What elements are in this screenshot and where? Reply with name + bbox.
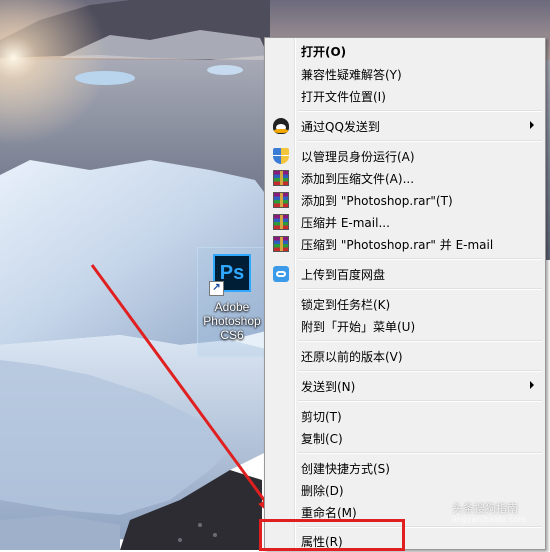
menu-item-label: 创建快捷方式(S)	[301, 462, 390, 476]
menu-item-run-as-admin[interactable]: 以管理员身份运行(A)	[267, 145, 543, 167]
menu-item-label: 删除(D)	[301, 484, 344, 498]
menu-item-send-to[interactable]: 发送到(N)	[267, 375, 543, 397]
desktop-icon-label: Adobe Photoshop CS6	[203, 300, 260, 342]
menu-separator	[298, 288, 542, 290]
menu-separator	[298, 452, 542, 454]
menu-separator	[298, 400, 542, 402]
menu-item-label: 还原以前的版本(V)	[301, 350, 403, 364]
menu-item-label: 复制(C)	[301, 432, 343, 446]
winrar-icon	[273, 214, 289, 230]
menu-item-pin-to-taskbar[interactable]: 锁定到任务栏(K)	[267, 293, 543, 315]
qq-icon	[273, 118, 289, 134]
context-menu: 打开(O) 兼容性疑难解答(Y) 打开文件位置(I) 通过QQ发送到 以管理员身…	[264, 37, 546, 550]
menu-separator	[298, 110, 542, 112]
menu-item-compress-and-email[interactable]: 压缩并 E-mail...	[267, 211, 543, 233]
menu-item-add-to-photoshop-rar[interactable]: 添加到 "Photoshop.rar"(T)	[267, 189, 543, 211]
menu-item-open[interactable]: 打开(O)	[267, 40, 543, 62]
menu-item-label: 通过QQ发送到	[301, 120, 380, 134]
icon-label-line-3: CS6	[220, 328, 244, 342]
menu-item-send-via-qq[interactable]: 通过QQ发送到	[267, 115, 543, 137]
menu-item-label: 上传到百度网盘	[301, 268, 386, 282]
winrar-icon	[273, 192, 289, 208]
winrar-icon	[273, 236, 289, 252]
icon-label-line-2: Photoshop	[203, 314, 261, 328]
photoshop-desktop-shortcut[interactable]: Ps ↗ Adobe Photoshop CS6	[197, 247, 267, 357]
menu-item-compress-to-rar-and-email[interactable]: 压缩到 "Photoshop.rar" 并 E-mail	[267, 233, 543, 255]
menu-item-label: 兼容性疑难解答(Y)	[301, 68, 402, 82]
menu-item-label: 添加到 "Photoshop.rar"(T)	[301, 194, 453, 208]
menu-separator	[298, 340, 542, 342]
watermark-subtext: jingyan.baidu.com	[452, 515, 526, 524]
uac-shield-icon	[273, 148, 289, 164]
icon-label-line-1: Adobe	[214, 300, 250, 314]
menu-item-label: 添加到压缩文件(A)...	[301, 172, 415, 186]
submenu-arrow-icon	[530, 121, 534, 129]
menu-item-label: 以管理员身份运行(A)	[301, 150, 415, 164]
menu-item-restore-previous-versions[interactable]: 还原以前的版本(V)	[267, 345, 543, 367]
menu-separator	[298, 258, 542, 260]
menu-item-label: 附到「开始」菜单(U)	[301, 320, 416, 334]
menu-item-label: 打开(O)	[301, 45, 347, 59]
menu-item-label: 打开文件位置(I)	[301, 90, 386, 104]
submenu-arrow-icon	[530, 381, 534, 389]
menu-item-add-to-archive[interactable]: 添加到压缩文件(A)...	[267, 167, 543, 189]
shortcut-arrow-icon: ↗	[209, 281, 224, 296]
watermark-text: 头条搜狗指南	[452, 502, 518, 515]
menu-item-copy[interactable]: 复制(C)	[267, 427, 543, 449]
menu-separator	[298, 140, 542, 142]
menu-item-compatibility-troubleshoot[interactable]: 兼容性疑难解答(Y)	[267, 63, 543, 85]
baidu-cloud-icon	[273, 266, 289, 282]
menu-separator	[298, 370, 542, 372]
menu-item-create-shortcut[interactable]: 创建快捷方式(S)	[267, 457, 543, 479]
menu-item-label: 压缩并 E-mail...	[301, 216, 390, 230]
menu-item-upload-baidu-pan[interactable]: 上传到百度网盘	[267, 263, 543, 285]
menu-item-label: 发送到(N)	[301, 380, 356, 394]
menu-item-label: 压缩到 "Photoshop.rar" 并 E-mail	[301, 238, 494, 252]
menu-item-label: 剪切(T)	[301, 410, 342, 424]
menu-item-delete[interactable]: 删除(D)	[267, 479, 543, 501]
menu-item-label: 锁定到任务栏(K)	[301, 298, 391, 312]
winrar-icon	[273, 170, 289, 186]
photoshop-icon: Ps ↗	[209, 254, 251, 296]
menu-item-cut[interactable]: 剪切(T)	[267, 405, 543, 427]
menu-item-open-file-location[interactable]: 打开文件位置(I)	[267, 85, 543, 107]
highlight-box-properties	[259, 519, 405, 551]
menu-item-pin-to-start[interactable]: 附到「开始」菜单(U)	[267, 315, 543, 337]
